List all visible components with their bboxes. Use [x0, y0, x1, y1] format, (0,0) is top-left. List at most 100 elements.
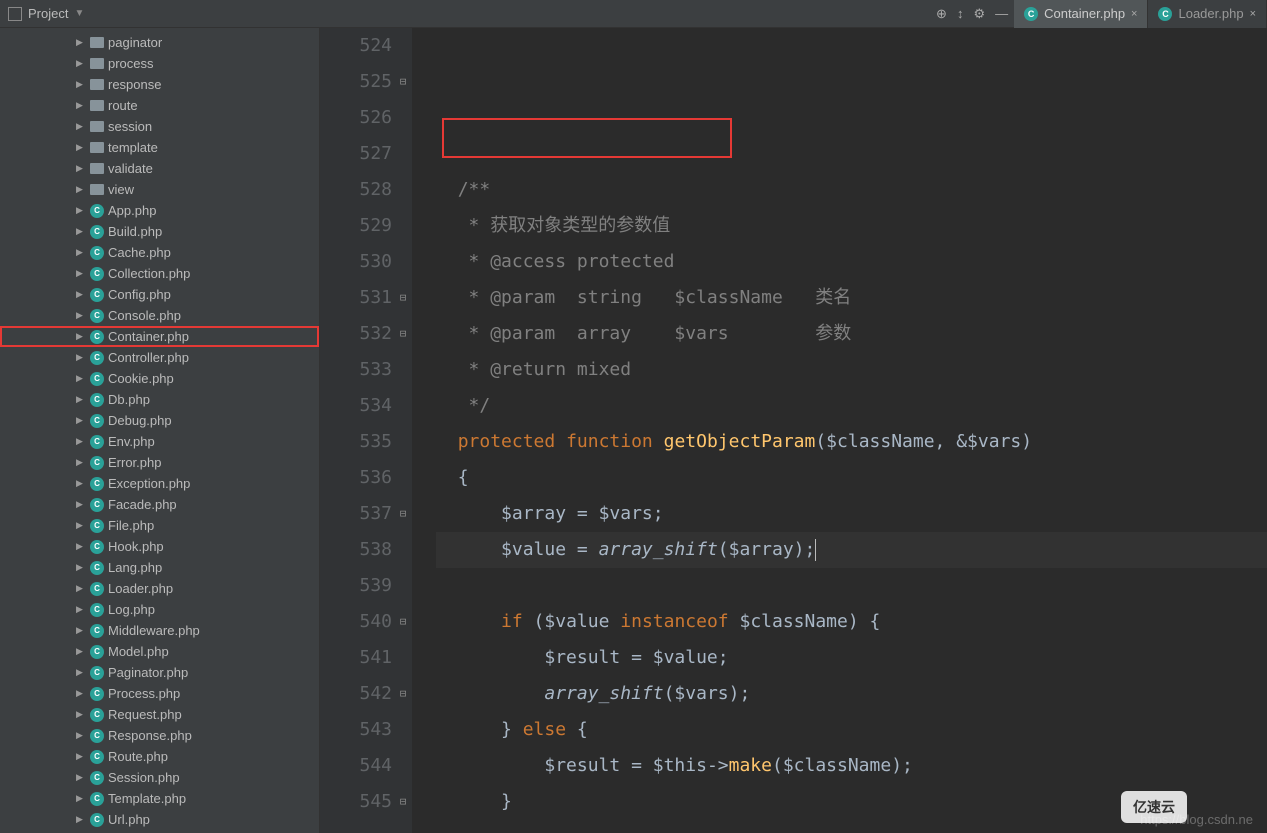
tree-item-request-php[interactable]: ▶CRequest.php: [0, 704, 319, 725]
fold-icon[interactable]: ⊟: [396, 280, 410, 316]
tree-item-response[interactable]: ▶response: [0, 74, 319, 95]
project-tree[interactable]: ▶paginator▶process▶response▶route▶sessio…: [0, 28, 320, 833]
expand-arrow-icon[interactable]: ▶: [76, 373, 86, 384]
expand-arrow-icon[interactable]: ▶: [76, 667, 86, 678]
code-line[interactable]: [436, 568, 1267, 604]
code-line[interactable]: $result = $this->make($className);: [436, 748, 1267, 784]
fold-icon[interactable]: ⊟: [396, 316, 410, 352]
fold-icon[interactable]: ⊟: [396, 784, 410, 820]
expand-arrow-icon[interactable]: ▶: [76, 499, 86, 510]
code-line[interactable]: $array = $vars;: [436, 496, 1267, 532]
project-selector[interactable]: Project ▼: [0, 6, 320, 21]
code-line[interactable]: } else {: [436, 712, 1267, 748]
tree-item-file-php[interactable]: ▶CFile.php: [0, 515, 319, 536]
code-line[interactable]: * @param string $className 类名: [436, 280, 1267, 316]
expand-arrow-icon[interactable]: ▶: [76, 331, 86, 342]
tree-item-route-php[interactable]: ▶CRoute.php: [0, 746, 319, 767]
fold-icon[interactable]: ⊟: [396, 676, 410, 712]
expand-arrow-icon[interactable]: ▶: [76, 352, 86, 363]
collapse-icon[interactable]: ↕: [957, 6, 964, 21]
expand-arrow-icon[interactable]: ▶: [76, 730, 86, 741]
tree-item-error-php[interactable]: ▶CError.php: [0, 452, 319, 473]
expand-arrow-icon[interactable]: ▶: [76, 289, 86, 300]
expand-arrow-icon[interactable]: ▶: [76, 583, 86, 594]
tree-item-cache-php[interactable]: ▶CCache.php: [0, 242, 319, 263]
tree-item-collection-php[interactable]: ▶CCollection.php: [0, 263, 319, 284]
expand-arrow-icon[interactable]: ▶: [76, 58, 86, 69]
expand-arrow-icon[interactable]: ▶: [76, 562, 86, 573]
tree-item-url-php[interactable]: ▶CUrl.php: [0, 809, 319, 830]
tree-item-paginator-php[interactable]: ▶CPaginator.php: [0, 662, 319, 683]
tree-item-response-php[interactable]: ▶CResponse.php: [0, 725, 319, 746]
tree-item-paginator[interactable]: ▶paginator: [0, 32, 319, 53]
tree-item-cookie-php[interactable]: ▶CCookie.php: [0, 368, 319, 389]
tree-item-exception-php[interactable]: ▶CException.php: [0, 473, 319, 494]
tab-loader-php[interactable]: C Loader.php ×: [1148, 0, 1267, 28]
expand-arrow-icon[interactable]: ▶: [76, 772, 86, 783]
expand-arrow-icon[interactable]: ▶: [76, 268, 86, 279]
tree-item-config-php[interactable]: ▶CConfig.php: [0, 284, 319, 305]
target-icon[interactable]: ⊕: [936, 6, 947, 22]
expand-arrow-icon[interactable]: ▶: [76, 436, 86, 447]
expand-arrow-icon[interactable]: ▶: [76, 751, 86, 762]
expand-arrow-icon[interactable]: ▶: [76, 310, 86, 321]
code-line[interactable]: * 获取对象类型的参数值: [436, 208, 1267, 244]
expand-arrow-icon[interactable]: ▶: [76, 100, 86, 111]
expand-arrow-icon[interactable]: ▶: [76, 604, 86, 615]
code-line[interactable]: protected function getObjectParam($class…: [436, 424, 1267, 460]
tree-item-facade-php[interactable]: ▶CFacade.php: [0, 494, 319, 515]
code-line[interactable]: * @return mixed: [436, 352, 1267, 388]
tree-item-session[interactable]: ▶session: [0, 116, 319, 137]
tab-container-php[interactable]: C Container.php ×: [1014, 0, 1148, 28]
expand-arrow-icon[interactable]: ▶: [76, 793, 86, 804]
expand-arrow-icon[interactable]: ▶: [76, 541, 86, 552]
expand-arrow-icon[interactable]: ▶: [76, 121, 86, 132]
code-line[interactable]: * @access protected: [436, 244, 1267, 280]
tree-item-log-php[interactable]: ▶CLog.php: [0, 599, 319, 620]
code-area[interactable]: /** * 获取对象类型的参数值 * @access protected * @…: [412, 28, 1267, 833]
expand-arrow-icon[interactable]: ▶: [76, 688, 86, 699]
tree-item-template[interactable]: ▶template: [0, 137, 319, 158]
code-line[interactable]: $result = $value;: [436, 640, 1267, 676]
tree-item-model-php[interactable]: ▶CModel.php: [0, 641, 319, 662]
expand-arrow-icon[interactable]: ▶: [76, 163, 86, 174]
tree-item-loader-php[interactable]: ▶CLoader.php: [0, 578, 319, 599]
code-line[interactable]: * @param array $vars 参数: [436, 316, 1267, 352]
close-icon[interactable]: ×: [1250, 8, 1256, 20]
gear-icon[interactable]: ⚙: [973, 6, 985, 22]
expand-arrow-icon[interactable]: ▶: [76, 814, 86, 825]
minimize-icon[interactable]: —: [995, 6, 1008, 21]
code-line[interactable]: array_shift($vars);: [436, 676, 1267, 712]
tree-item-app-php[interactable]: ▶CApp.php: [0, 200, 319, 221]
tree-item-hook-php[interactable]: ▶CHook.php: [0, 536, 319, 557]
expand-arrow-icon[interactable]: ▶: [76, 37, 86, 48]
tree-item-template-php[interactable]: ▶CTemplate.php: [0, 788, 319, 809]
code-editor[interactable]: 524⊟525526527528529530⊟531⊟5325335345355…: [320, 28, 1267, 833]
expand-arrow-icon[interactable]: ▶: [76, 520, 86, 531]
expand-arrow-icon[interactable]: ▶: [76, 226, 86, 237]
expand-arrow-icon[interactable]: ▶: [76, 625, 86, 636]
close-icon[interactable]: ×: [1131, 8, 1137, 20]
tree-item-controller-php[interactable]: ▶CController.php: [0, 347, 319, 368]
tree-item-lang-php[interactable]: ▶CLang.php: [0, 557, 319, 578]
expand-arrow-icon[interactable]: ▶: [76, 247, 86, 258]
tree-item-route[interactable]: ▶route: [0, 95, 319, 116]
tree-item-console-php[interactable]: ▶CConsole.php: [0, 305, 319, 326]
tree-item-view[interactable]: ▶view: [0, 179, 319, 200]
expand-arrow-icon[interactable]: ▶: [76, 709, 86, 720]
tree-item-debug-php[interactable]: ▶CDebug.php: [0, 410, 319, 431]
tree-item-container-php[interactable]: ▶CContainer.php: [0, 326, 319, 347]
expand-arrow-icon[interactable]: ▶: [76, 79, 86, 90]
fold-icon[interactable]: ⊟: [396, 64, 410, 100]
expand-arrow-icon[interactable]: ▶: [76, 646, 86, 657]
tree-item-validate[interactable]: ▶validate: [0, 158, 319, 179]
code-line[interactable]: $value = array_shift($array);: [436, 532, 1267, 568]
tree-item-session-php[interactable]: ▶CSession.php: [0, 767, 319, 788]
code-line[interactable]: if ($value instanceof $className) {: [436, 604, 1267, 640]
expand-arrow-icon[interactable]: ▶: [76, 457, 86, 468]
fold-icon[interactable]: ⊟: [396, 604, 410, 640]
expand-arrow-icon[interactable]: ▶: [76, 394, 86, 405]
tree-item-db-php[interactable]: ▶CDb.php: [0, 389, 319, 410]
expand-arrow-icon[interactable]: ▶: [76, 415, 86, 426]
tree-item-process-php[interactable]: ▶CProcess.php: [0, 683, 319, 704]
